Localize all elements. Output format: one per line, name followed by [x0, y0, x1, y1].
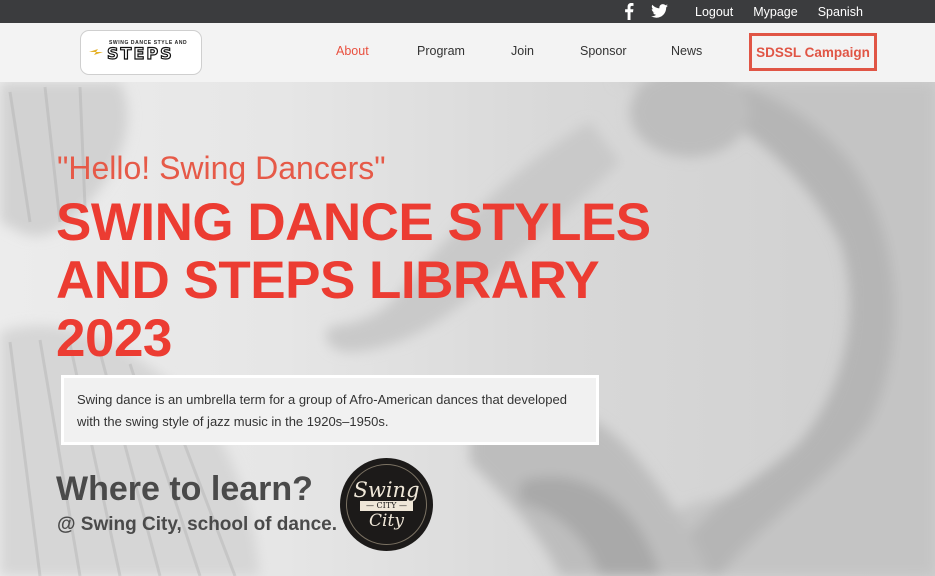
logout-link[interactable]: Logout [695, 5, 733, 19]
spanish-link[interactable]: Spanish [818, 5, 863, 19]
hero-description: Swing dance is an umbrella term for a gr… [61, 375, 599, 445]
hero-title: SWING DANCE STYLES AND STEPS LIBRARY 202… [56, 193, 651, 368]
where-to-learn-heading: Where to learn? [56, 470, 313, 508]
nav-about[interactable]: About [336, 44, 369, 58]
nav-sponsor[interactable]: Sponsor [580, 44, 627, 58]
twitter-icon[interactable] [650, 2, 668, 20]
nav-news[interactable]: News [671, 44, 702, 58]
sdssl-campaign-button[interactable]: SDSSL Campaign [749, 33, 877, 71]
badge-ring [346, 464, 427, 545]
hero-greeting: "Hello! Swing Dancers" [57, 150, 386, 186]
social-links [620, 2, 668, 20]
top-utility-bar: Logout Mypage Spanish [0, 0, 935, 23]
swing-city-logo[interactable]: Swing — CITY — City [340, 458, 433, 551]
nav-program[interactable]: Program [417, 44, 465, 58]
nav-join[interactable]: Join [511, 44, 534, 58]
school-location: @ Swing City, school of dance. [57, 514, 337, 535]
hero-section: "Hello! Swing Dancers" SWING DANCE STYLE… [0, 82, 935, 576]
facebook-icon[interactable] [620, 2, 638, 20]
mypage-link[interactable]: Mypage [753, 5, 797, 19]
account-links: Logout Mypage Spanish [695, 0, 863, 23]
site-header: SWING DANCE STYLE AND STEPS About Progra… [0, 23, 935, 82]
